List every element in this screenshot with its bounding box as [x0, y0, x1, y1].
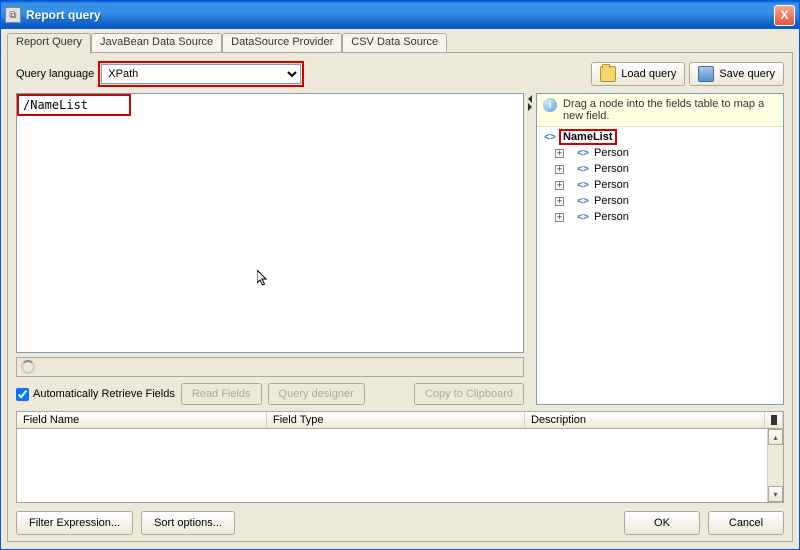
vertical-scrollbar[interactable]: ▴ ▾: [767, 429, 783, 502]
query-language-highlight: XPath: [98, 61, 304, 87]
cancel-button[interactable]: Cancel: [708, 511, 784, 535]
mouse-cursor-icon: [257, 270, 269, 288]
save-icon: [698, 66, 714, 82]
tag-icon: <>: [576, 163, 590, 175]
app-icon: ⧉: [5, 7, 21, 23]
folder-open-icon: [600, 66, 616, 82]
fields-table-header: Field Name Field Type Description: [16, 411, 784, 429]
save-query-button[interactable]: Save query: [689, 62, 784, 86]
query-pane: /NameList Automatically Retrieve Fields: [16, 93, 524, 405]
tree-node-child[interactable]: + <> Person: [541, 145, 779, 161]
scroll-down-icon[interactable]: ▾: [768, 486, 783, 502]
chevron-right-icon: [528, 103, 532, 111]
scroll-up-icon[interactable]: ▴: [768, 429, 783, 445]
tree-node-label: Person: [592, 195, 631, 207]
expand-icon[interactable]: +: [555, 213, 564, 222]
splitter[interactable]: [526, 93, 534, 405]
xml-tree-pane: i Drag a node into the fields table to m…: [536, 93, 784, 405]
tree-node-label: NameList: [559, 129, 617, 145]
tab-csv[interactable]: CSV Data Source: [342, 33, 447, 53]
tree-node-child[interactable]: + <> Person: [541, 161, 779, 177]
info-icon: i: [543, 98, 557, 112]
save-query-label: Save query: [719, 68, 775, 80]
col-field-name[interactable]: Field Name: [17, 412, 267, 428]
titlebar[interactable]: ⧉ Report query X: [1, 1, 799, 29]
tree-node-child[interactable]: + <> Person: [541, 209, 779, 225]
query-language-select[interactable]: XPath: [101, 64, 301, 84]
columns-config-icon: [771, 415, 777, 425]
filter-expression-button[interactable]: Filter Expression...: [16, 511, 133, 535]
tree-node-label: Person: [592, 179, 631, 191]
col-field-type[interactable]: Field Type: [267, 412, 525, 428]
read-fields-button[interactable]: Read Fields: [181, 383, 262, 405]
fields-table-body[interactable]: ▴ ▾: [16, 429, 784, 503]
tab-javabean[interactable]: JavaBean Data Source: [91, 33, 222, 53]
ok-button[interactable]: OK: [624, 511, 700, 535]
tag-icon: <>: [576, 211, 590, 223]
loading-spinner-icon: [21, 360, 35, 374]
tab-panel: Query language XPath Load query Save que…: [7, 52, 793, 542]
middle-row: /NameList Automatically Retrieve Fields: [16, 93, 784, 405]
hint-text: Drag a node into the fields table to map…: [563, 98, 777, 122]
tag-icon: <>: [576, 195, 590, 207]
window-title: Report query: [26, 8, 774, 22]
close-button[interactable]: X: [774, 5, 795, 26]
tree-node-label: Person: [592, 211, 631, 223]
tree-node-child[interactable]: + <> Person: [541, 177, 779, 193]
copy-clipboard-button[interactable]: Copy to Clipboard: [414, 383, 524, 405]
load-query-label: Load query: [621, 68, 676, 80]
query-text: /NameList: [19, 96, 521, 114]
col-description[interactable]: Description: [525, 412, 765, 428]
sort-options-button[interactable]: Sort options...: [141, 511, 235, 535]
expand-icon[interactable]: +: [555, 149, 564, 158]
expand-icon[interactable]: +: [555, 181, 564, 190]
tab-datasource-provider[interactable]: DataSource Provider: [222, 33, 342, 53]
auto-retrieve-label: Automatically Retrieve Fields: [33, 388, 175, 400]
query-lang-row: Query language XPath Load query Save que…: [16, 61, 784, 87]
query-controls-row: Automatically Retrieve Fields Read Field…: [16, 383, 524, 405]
tab-bar: Report Query JavaBean Data Source DataSo…: [7, 33, 793, 53]
auto-retrieve-checkbox[interactable]: Automatically Retrieve Fields: [16, 388, 175, 401]
tag-icon: <>: [576, 147, 590, 159]
chevron-left-icon: [528, 95, 532, 103]
col-config-button[interactable]: [765, 412, 783, 428]
client-area: Report Query JavaBean Data Source DataSo…: [1, 29, 799, 549]
tag-icon: <>: [576, 179, 590, 191]
expand-icon[interactable]: +: [555, 165, 564, 174]
query-designer-button[interactable]: Query designer: [268, 383, 365, 405]
tab-report-query[interactable]: Report Query: [7, 33, 91, 54]
dialog-buttons-row: Filter Expression... Sort options... OK …: [16, 511, 784, 535]
query-language-label: Query language: [16, 68, 94, 80]
xml-tree[interactable]: <> NameList + <> Person + <>: [537, 127, 783, 404]
load-query-button[interactable]: Load query: [591, 62, 685, 86]
tree-node-label: Person: [592, 147, 631, 159]
tree-node-child[interactable]: + <> Person: [541, 193, 779, 209]
auto-retrieve-input[interactable]: [16, 388, 29, 401]
expand-icon[interactable]: +: [555, 197, 564, 206]
query-status-bar: [16, 357, 524, 377]
report-query-dialog: ⧉ Report query X Report Query JavaBean D…: [0, 0, 800, 550]
query-textarea[interactable]: /NameList: [16, 93, 524, 353]
tree-node-root[interactable]: <> NameList: [541, 129, 779, 145]
hint-bar: i Drag a node into the fields table to m…: [537, 94, 783, 127]
tree-node-label: Person: [592, 163, 631, 175]
tag-icon: <>: [543, 131, 557, 143]
